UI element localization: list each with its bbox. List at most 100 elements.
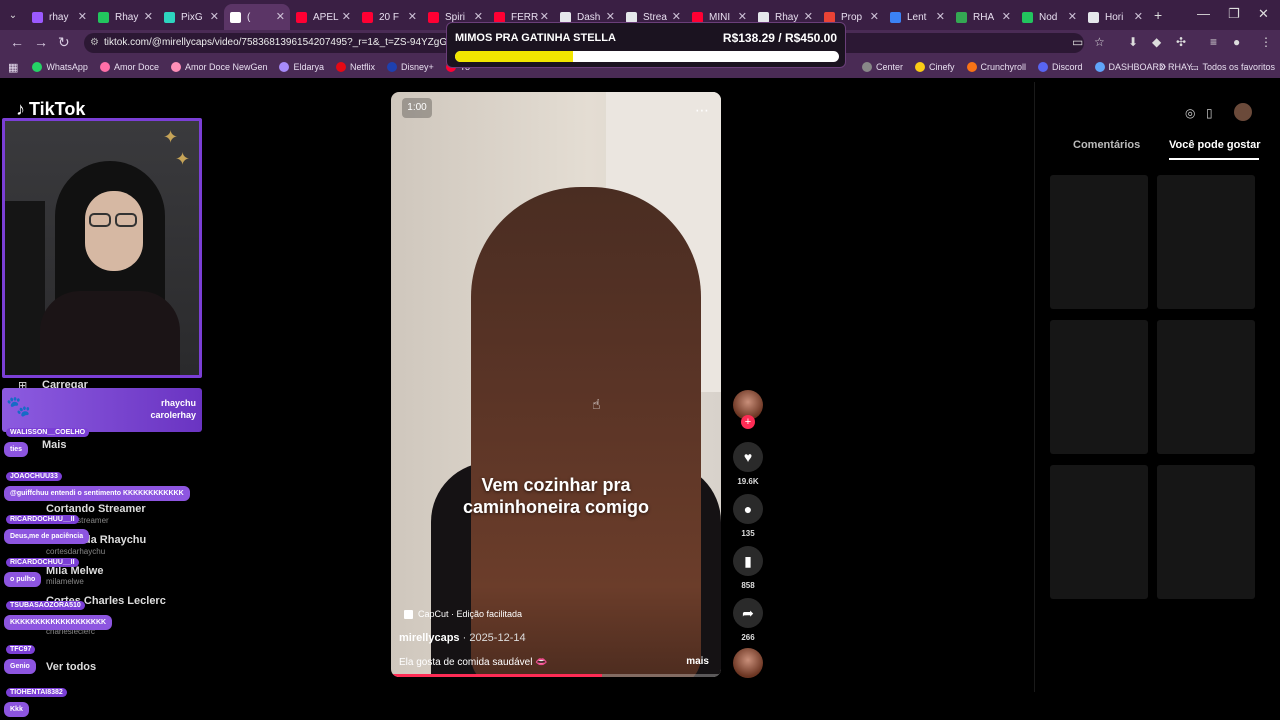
bookmark-item[interactable]: Netflix [336, 62, 375, 72]
browser-tab[interactable]: Rhay ✕ [92, 4, 158, 30]
save-button[interactable]: ▮ 858 [731, 546, 765, 590]
music-disc-icon [733, 648, 763, 678]
share-button[interactable]: ➦ 266 [731, 598, 765, 642]
tab-close-icon[interactable]: ✕ [1068, 10, 1077, 23]
media-icon[interactable]: ≡ [1210, 35, 1217, 49]
apps-grid-icon[interactable]: ▦ [8, 61, 18, 74]
suggested-thumbnail[interactable] [1157, 465, 1255, 599]
tab-close-icon[interactable]: ✕ [408, 10, 417, 23]
right-panel: ◎ ▯ Comentários Você pode gostar [1034, 82, 1280, 692]
bookmark-item[interactable]: DASHBOARD RHAY... [1094, 62, 1199, 72]
tab-close-icon[interactable]: ✕ [144, 10, 153, 23]
browser-tab[interactable]: (✕ [224, 4, 290, 30]
suggested-thumbnail[interactable] [1157, 175, 1255, 309]
puzzle-icon[interactable]: ✣ [1176, 35, 1186, 49]
comment-button[interactable]: ● 135 [731, 494, 765, 538]
user-avatar-icon[interactable] [1234, 103, 1252, 121]
tab-favicon-icon [98, 11, 109, 23]
bookmark-favicon-icon [32, 62, 43, 72]
video-player[interactable]: 1:00 ⋯ Vem cozinhar pra caminhoneira com… [391, 92, 721, 677]
all-favorites-button[interactable]: ▭ Todos os favoritos [1190, 62, 1275, 73]
gaming-chair [5, 201, 45, 375]
new-tab-button[interactable]: + [1154, 7, 1162, 23]
tab-suggested[interactable]: Você pode gostar [1169, 139, 1260, 151]
browser-tab[interactable]: RHA ✕ [950, 4, 1016, 30]
browser-tab[interactable]: Hori ✕ [1082, 4, 1148, 30]
hand-cursor-icon: ☝ [592, 396, 601, 412]
reload-icon[interactable]: ↻ [58, 34, 70, 51]
extension-icon[interactable]: ⬇ [1128, 35, 1138, 49]
video-options-icon[interactable]: ⋯ [695, 102, 709, 119]
chat-message: Kkk [4, 702, 29, 717]
see-all-link[interactable]: Ver todos [46, 661, 96, 673]
music-disc-button[interactable] [731, 648, 765, 678]
tab-favicon-icon [1022, 11, 1033, 23]
suggested-thumbnail[interactable] [1050, 175, 1148, 309]
tab-favicon-icon [32, 11, 43, 23]
profile-avatar-icon[interactable]: ● [1233, 35, 1240, 49]
browser-tab[interactable]: Lent ✕ [884, 4, 950, 30]
bookmark-item[interactable]: Disney+ [387, 62, 434, 72]
more-link[interactable]: Mais [42, 439, 66, 451]
tab-close-icon[interactable]: ✕ [1134, 10, 1143, 23]
shield-extension-icon[interactable]: ◆ [1152, 35, 1161, 49]
bookmark-item[interactable]: Amor Doce NewGen [170, 62, 267, 72]
tab-close-icon[interactable]: ✕ [936, 10, 945, 23]
suggested-thumbnail[interactable] [1050, 320, 1148, 454]
mute-button[interactable]: 1:00 [402, 98, 432, 118]
more-button[interactable]: mais [686, 656, 709, 667]
video-progress-bar[interactable] [391, 674, 721, 677]
cast-icon[interactable]: ▭ [1072, 35, 1083, 49]
like-button[interactable]: ♥ 19.6K [731, 442, 765, 486]
mute-label: 1:00 [407, 102, 427, 113]
creator-avatar-button[interactable]: + [731, 390, 765, 429]
streamer-face [85, 191, 143, 271]
browser-tab[interactable]: rhay ✕ [26, 4, 92, 30]
capcut-badge[interactable]: CapCut · Edição facilitada [404, 609, 522, 619]
bookmarks-overflow-icon[interactable]: » [1160, 61, 1166, 73]
tab-comments[interactable]: Comentários [1073, 139, 1140, 151]
tab-close-icon[interactable]: ✕ [210, 10, 219, 23]
tab-close-icon[interactable]: ✕ [78, 10, 87, 23]
menu-kebab-icon[interactable]: ⋮ [1260, 35, 1272, 49]
bookmark-item[interactable]: Center [861, 62, 903, 72]
tab-close-icon[interactable]: ✕ [870, 10, 879, 23]
bookmark-item[interactable]: Cinefy [914, 62, 955, 72]
tab-search-chevron-icon[interactable]: ⌄ [0, 10, 26, 21]
site-info-icon[interactable]: ⚙ [90, 33, 99, 53]
suggested-thumbnail[interactable] [1157, 320, 1255, 454]
bookmark-item[interactable]: Discord [1038, 62, 1083, 72]
tab-close-icon[interactable]: ✕ [342, 10, 351, 23]
bookmark-star-icon[interactable]: ☆ [1094, 35, 1105, 49]
back-icon[interactable]: ← [10, 34, 24, 50]
bookmark-item[interactable]: Amor Doce [99, 62, 159, 72]
close-window-icon[interactable]: ✕ [1258, 6, 1269, 22]
tab-favicon-icon [230, 11, 241, 23]
bookmark-item[interactable]: Crunchyroll [966, 62, 1026, 72]
chat-username: TIOHENTAI8382 [6, 688, 67, 697]
bookmark-item[interactable]: Eldarya [279, 62, 324, 72]
following-name-1[interactable]: Cortando Streamer [46, 503, 146, 515]
browser-tab[interactable]: Nod ✕ [1016, 4, 1082, 30]
minimize-icon[interactable]: — [1197, 6, 1210, 21]
follow-plus-icon[interactable]: + [741, 415, 755, 429]
compass-icon[interactable]: ◎ [1185, 106, 1195, 120]
like-count: 19.6K [737, 477, 759, 486]
author-name[interactable]: mirellycaps [399, 632, 460, 644]
browser-tab[interactable]: APEL ✕ [290, 4, 356, 30]
following-sub-2: cortesdarhaychu [46, 547, 106, 556]
suggested-thumbnail[interactable] [1050, 465, 1148, 599]
tab-close-icon[interactable]: ✕ [276, 10, 285, 23]
tiktok-logo[interactable]: ♪ TikTok [16, 99, 85, 120]
phone-icon[interactable]: ▯ [1206, 106, 1213, 120]
forward-icon[interactable]: → [34, 34, 48, 50]
browser-tab[interactable]: 20 F ✕ [356, 4, 422, 30]
share-count: 266 [741, 633, 755, 642]
video-author[interactable]: mirellycaps · 2025-12-14 [399, 632, 526, 644]
browser-tab[interactable]: PixG ✕ [158, 4, 224, 30]
bookmark-item[interactable]: WhatsApp [32, 62, 88, 72]
video-description: Ela gosta de comida saudável 👄 [399, 657, 548, 668]
maximize-icon[interactable]: ❐ [1228, 6, 1240, 22]
tab-favicon-icon [890, 11, 901, 23]
tab-close-icon[interactable]: ✕ [1002, 10, 1011, 23]
